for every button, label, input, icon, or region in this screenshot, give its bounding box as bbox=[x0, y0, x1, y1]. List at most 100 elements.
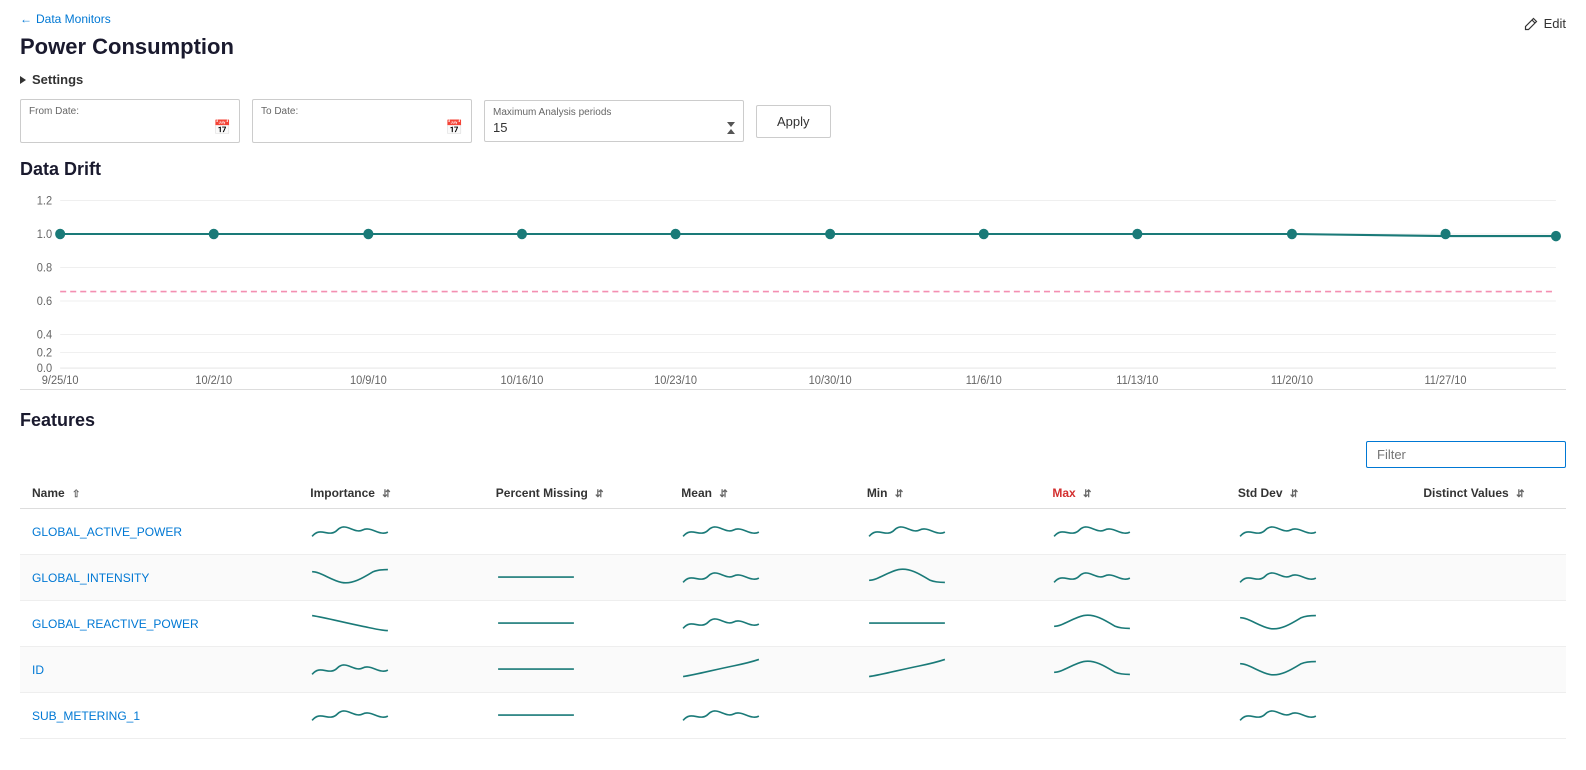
svg-text:11/6/10: 11/6/10 bbox=[966, 375, 1002, 387]
feature-importance-cell bbox=[298, 693, 484, 739]
feature-percent-cell bbox=[484, 693, 670, 739]
features-title: Features bbox=[20, 410, 1566, 431]
settings-label: Settings bbox=[32, 72, 83, 87]
feature-name-link[interactable]: GLOBAL_INTENSITY bbox=[32, 571, 149, 585]
chevron-right-icon bbox=[20, 76, 26, 84]
col-header-min[interactable]: Min ⇵ bbox=[855, 478, 1041, 509]
col-header-stddev[interactable]: Std Dev ⇵ bbox=[1226, 478, 1412, 509]
svg-text:11/13/10: 11/13/10 bbox=[1116, 375, 1158, 387]
to-date-label: To Date: bbox=[261, 106, 463, 117]
col-header-percent-missing[interactable]: Percent Missing ⇵ bbox=[484, 478, 670, 509]
feature-importance-cell bbox=[298, 509, 484, 555]
sort-percent-icon: ⇵ bbox=[595, 489, 603, 500]
feature-name-cell: GLOBAL_ACTIVE_POWER bbox=[20, 509, 298, 555]
feature-distinct-cell bbox=[1411, 601, 1566, 647]
svg-text:10/2/10: 10/2/10 bbox=[195, 375, 232, 387]
apply-button[interactable]: Apply bbox=[756, 105, 831, 138]
svg-text:9/25/10: 9/25/10 bbox=[42, 375, 79, 387]
col-header-name[interactable]: Name ⇧ bbox=[20, 478, 298, 509]
sort-name-icon: ⇧ bbox=[72, 489, 80, 500]
svg-text:1.0: 1.0 bbox=[37, 229, 52, 241]
svg-text:0.4: 0.4 bbox=[37, 330, 52, 342]
to-date-calendar-icon[interactable]: 📅 bbox=[446, 119, 463, 136]
feature-name-link[interactable]: ID bbox=[32, 663, 44, 677]
feature-stddev-cell bbox=[1226, 693, 1412, 739]
features-table: Name ⇧ Importance ⇵ Percent Missing ⇵ Me… bbox=[20, 478, 1566, 739]
table-row: GLOBAL_REACTIVE_POWER bbox=[20, 601, 1566, 647]
feature-stddev-cell bbox=[1226, 509, 1412, 555]
feature-name-cell: SUB_METERING_1 bbox=[20, 693, 298, 739]
feature-name-cell: GLOBAL_INTENSITY bbox=[20, 555, 298, 601]
feature-mean-cell bbox=[669, 555, 855, 601]
svg-text:10/23/10: 10/23/10 bbox=[654, 375, 697, 387]
feature-importance-cell bbox=[298, 555, 484, 601]
feature-name-cell: ID bbox=[20, 647, 298, 693]
col-header-importance[interactable]: Importance ⇵ bbox=[298, 478, 484, 509]
feature-distinct-cell bbox=[1411, 693, 1566, 739]
analysis-up-arrow-icon[interactable] bbox=[727, 129, 735, 134]
features-section: Features Name ⇧ Importance ⇵ Percent Mis… bbox=[20, 410, 1566, 739]
settings-toggle[interactable]: Settings bbox=[20, 72, 1566, 87]
feature-mean-cell bbox=[669, 647, 855, 693]
feature-max-cell bbox=[1040, 601, 1226, 647]
feature-mean-cell bbox=[669, 693, 855, 739]
svg-text:10/9/10: 10/9/10 bbox=[350, 375, 387, 387]
svg-text:0.6: 0.6 bbox=[37, 296, 52, 308]
col-header-max[interactable]: Max ⇵ bbox=[1040, 478, 1226, 509]
feature-name-link[interactable]: GLOBAL_REACTIVE_POWER bbox=[32, 617, 199, 631]
analysis-down-arrow-icon[interactable] bbox=[727, 122, 735, 127]
feature-max-cell bbox=[1040, 693, 1226, 739]
table-row: ID bbox=[20, 647, 1566, 693]
feature-min-cell bbox=[855, 601, 1041, 647]
feature-max-cell bbox=[1040, 555, 1226, 601]
feature-max-cell bbox=[1040, 509, 1226, 555]
to-date-field: To Date: 11/27/10 02:32:00 AM 📅 bbox=[252, 99, 472, 143]
svg-text:1.2: 1.2 bbox=[37, 195, 52, 207]
feature-min-cell bbox=[855, 509, 1041, 555]
feature-distinct-cell bbox=[1411, 555, 1566, 601]
from-date-calendar-icon[interactable]: 📅 bbox=[214, 119, 231, 136]
filter-row bbox=[20, 441, 1566, 468]
feature-name-link[interactable]: GLOBAL_ACTIVE_POWER bbox=[32, 525, 182, 539]
sort-importance-icon: ⇵ bbox=[382, 489, 390, 500]
settings-section: Settings From Date: 09/18/10 02:32:00 AM… bbox=[20, 72, 1566, 143]
data-drift-chart: 1.2 1.0 0.8 0.6 0.4 0.2 0.0 bbox=[20, 190, 1566, 390]
feature-name-cell: GLOBAL_REACTIVE_POWER bbox=[20, 601, 298, 647]
edit-label: Edit bbox=[1544, 16, 1566, 31]
feature-stddev-cell bbox=[1226, 647, 1412, 693]
feature-stddev-cell bbox=[1226, 601, 1412, 647]
svg-text:10/16/10: 10/16/10 bbox=[500, 375, 543, 387]
col-header-mean[interactable]: Mean ⇵ bbox=[669, 478, 855, 509]
feature-importance-cell bbox=[298, 647, 484, 693]
feature-name-link[interactable]: SUB_METERING_1 bbox=[32, 709, 140, 723]
feature-percent-cell bbox=[484, 555, 670, 601]
from-date-input[interactable]: 09/18/10 02:32:00 AM bbox=[29, 120, 189, 135]
analysis-periods-field: Maximum Analysis periods 15 bbox=[484, 100, 744, 142]
feature-importance-cell bbox=[298, 601, 484, 647]
to-date-input[interactable]: 11/27/10 02:32:00 AM bbox=[261, 120, 421, 135]
svg-text:0.2: 0.2 bbox=[37, 347, 52, 359]
sort-min-icon: ⇵ bbox=[895, 489, 903, 500]
table-row: GLOBAL_ACTIVE_POWER bbox=[20, 509, 1566, 555]
sort-stddev-icon: ⇵ bbox=[1290, 489, 1298, 500]
feature-distinct-cell bbox=[1411, 647, 1566, 693]
svg-text:10/30/10: 10/30/10 bbox=[809, 375, 852, 387]
feature-min-cell bbox=[855, 647, 1041, 693]
feature-mean-cell bbox=[669, 601, 855, 647]
edit-button[interactable]: Edit bbox=[1524, 16, 1566, 31]
col-header-distinct-values[interactable]: Distinct Values ⇵ bbox=[1411, 478, 1566, 509]
feature-mean-cell bbox=[669, 509, 855, 555]
filter-input[interactable] bbox=[1366, 441, 1566, 468]
edit-icon bbox=[1524, 17, 1538, 31]
analysis-arrows[interactable] bbox=[727, 122, 735, 134]
feature-min-cell bbox=[855, 693, 1041, 739]
svg-text:0.0: 0.0 bbox=[37, 363, 52, 375]
from-date-field: From Date: 09/18/10 02:32:00 AM 📅 bbox=[20, 99, 240, 143]
from-date-label: From Date: bbox=[29, 106, 231, 117]
table-row: GLOBAL_INTENSITY bbox=[20, 555, 1566, 601]
back-link[interactable]: ← Data Monitors bbox=[20, 12, 1566, 26]
table-row: SUB_METERING_1 bbox=[20, 693, 1566, 739]
feature-percent-cell bbox=[484, 509, 670, 555]
analysis-periods-value: 15 bbox=[493, 120, 507, 135]
feature-distinct-cell bbox=[1411, 509, 1566, 555]
